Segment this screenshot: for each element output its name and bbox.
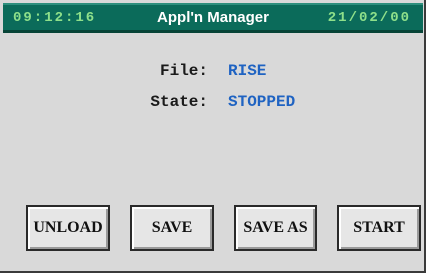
save-button[interactable]: SAVE xyxy=(130,205,214,251)
title-bar: 09:12:16 Appl'n Manager 21/02/00 xyxy=(3,3,423,33)
start-button[interactable]: START xyxy=(337,205,421,251)
state-value: STOPPED xyxy=(228,93,296,111)
application-manager-screen: 09:12:16 Appl'n Manager 21/02/00 File: R… xyxy=(0,0,426,273)
file-label: File: xyxy=(159,62,208,80)
state-label: State: xyxy=(150,93,208,111)
clock-date: 21/02/00 xyxy=(327,10,411,26)
save-as-button[interactable]: SAVE AS xyxy=(234,205,317,251)
file-value: RISE xyxy=(228,62,267,80)
unload-button[interactable]: UNLOAD xyxy=(26,205,110,251)
